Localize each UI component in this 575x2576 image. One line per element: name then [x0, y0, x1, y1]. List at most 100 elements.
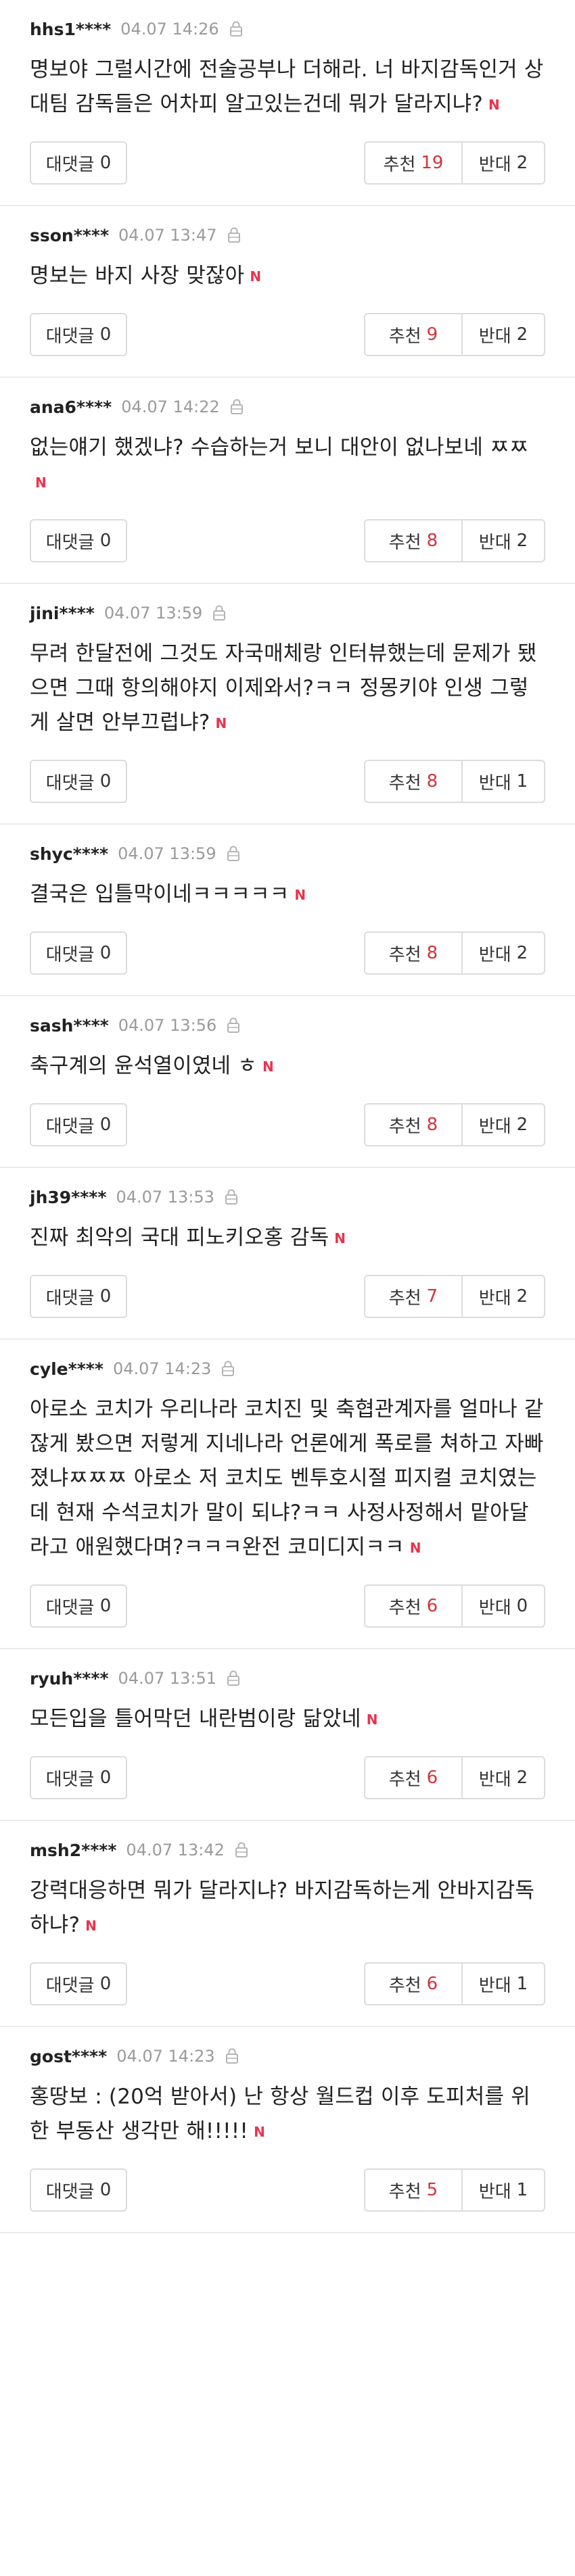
reply-button[interactable]: 대댓글 0: [30, 313, 127, 356]
upvote-count: 9: [426, 324, 438, 345]
downvote-label: 반대: [478, 1769, 511, 1790]
reply-label: 대댓글: [45, 944, 95, 965]
reply-count: 0: [99, 2180, 112, 2200]
reply-button[interactable]: 대댓글 0: [30, 2168, 127, 2212]
comment-actions: 대댓글 0 추천 7 반대 2: [30, 1275, 545, 1318]
downvote-count: 2: [516, 1115, 528, 1135]
comment-item: jini**** 04.07 13:59 무려 한달전에 그것도 자국매체랑 인…: [0, 584, 575, 825]
reply-label: 대댓글: [45, 773, 95, 794]
upvote-button[interactable]: 추천 6: [364, 1962, 461, 2006]
lock-icon: [226, 1670, 241, 1687]
new-badge-icon: N: [334, 1230, 346, 1246]
downvote-count: 2: [516, 531, 528, 551]
vote-group: 추천 8 반대 2: [364, 1103, 545, 1146]
reply-button[interactable]: 대댓글 0: [30, 931, 127, 975]
comment-date: 04.07 13:59: [104, 604, 203, 623]
upvote-count: 6: [426, 1974, 438, 1994]
downvote-label: 반대: [478, 1597, 511, 1618]
reply-button[interactable]: 대댓글 0: [30, 519, 127, 562]
downvote-button[interactable]: 반대 2: [461, 1275, 545, 1318]
new-badge-icon: N: [409, 1540, 421, 1556]
vote-group: 추천 7 반대 2: [364, 1275, 545, 1318]
upvote-button[interactable]: 추천 8: [364, 1103, 461, 1146]
upvote-button[interactable]: 추천 8: [364, 519, 461, 562]
upvote-label: 추천: [388, 1597, 421, 1618]
downvote-button[interactable]: 반대 2: [461, 931, 545, 975]
comment-actions: 대댓글 0 추천 8 반대 2: [30, 519, 545, 562]
comment-meta: jini**** 04.07 13:59: [30, 603, 545, 623]
upvote-button[interactable]: 추천 6: [364, 1756, 461, 1799]
downvote-count: 2: [516, 943, 528, 963]
downvote-button[interactable]: 반대 0: [461, 1584, 545, 1628]
new-badge-icon: N: [250, 268, 262, 285]
comment-item: sson**** 04.07 13:47 명보는 바지 사장 맞잖아 N 대댓글 …: [0, 206, 575, 378]
downvote-button[interactable]: 반대 1: [461, 1962, 545, 2006]
comment-meta: sson**** 04.07 13:47: [30, 225, 545, 245]
comment-username: jh39****: [30, 1187, 107, 1207]
comment-text-content: 모든입을 틀어막던 내란범이랑 닮았네: [30, 1707, 361, 1731]
downvote-label: 반대: [478, 532, 511, 553]
comment-date: 04.07 14:23: [112, 1359, 212, 1378]
comment-username: hhs1****: [30, 19, 112, 39]
downvote-button[interactable]: 반대 2: [461, 313, 545, 356]
reply-button[interactable]: 대댓글 0: [30, 1962, 127, 2006]
reply-count: 0: [99, 1596, 112, 1616]
upvote-count: 6: [426, 1768, 438, 1788]
downvote-button[interactable]: 반대 2: [461, 519, 545, 562]
comment-text-content: 명보야 그럴시간에 전술공부나 더해라. 너 바지감독인거 상대팀 감독들은 어…: [30, 57, 544, 116]
downvote-button[interactable]: 반대 2: [461, 1756, 545, 1799]
comment-item: cyle**** 04.07 14:23 아로소 코치가 우리나라 코치진 및 …: [0, 1340, 575, 1649]
comment-text-content: 무려 한달전에 그것도 자국매체랑 인터뷰했는데 문제가 됐으면 그때 항의해야…: [30, 641, 537, 735]
downvote-label: 반대: [478, 944, 511, 965]
downvote-count: 1: [516, 771, 528, 792]
upvote-button[interactable]: 추천 8: [364, 760, 461, 803]
vote-group: 추천 5 반대 1: [364, 2168, 545, 2212]
reply-button[interactable]: 대댓글 0: [30, 1584, 127, 1628]
comment-text: 아로소 코치가 우리나라 코치진 및 축협관계자를 얼마나 같잖게 봤으면 저렇…: [30, 1392, 545, 1565]
downvote-button[interactable]: 반대 1: [461, 760, 545, 803]
downvote-button[interactable]: 반대 1: [461, 2168, 545, 2212]
downvote-button[interactable]: 반대 2: [461, 141, 545, 185]
new-badge-icon: N: [35, 475, 47, 491]
upvote-count: 8: [426, 771, 438, 792]
upvote-count: 19: [421, 153, 444, 173]
comment-item: hhs1**** 04.07 14:26 명보야 그럴시간에 전술공부나 더해라…: [0, 0, 575, 206]
reply-button[interactable]: 대댓글 0: [30, 760, 127, 803]
comment-text-content: 결국은 입틀막이네ㅋㅋㅋㅋㅋ: [30, 882, 290, 906]
reply-count: 0: [99, 1286, 112, 1307]
comment-item: jh39**** 04.07 13:53 진짜 최악의 국대 피노키오홍 감독 N…: [0, 1168, 575, 1340]
comment-text: 축구계의 윤석열이였네 ㅎN: [30, 1049, 545, 1084]
reply-label: 대댓글: [45, 326, 95, 347]
reply-count: 0: [99, 771, 112, 792]
comment-actions: 대댓글 0 추천 6 반대 1: [30, 1962, 545, 2006]
lock-icon: [226, 845, 241, 862]
new-badge-icon: N: [85, 1918, 97, 1934]
comment-actions: 대댓글 0 추천 8 반대 2: [30, 931, 545, 975]
reply-button[interactable]: 대댓글 0: [30, 1275, 127, 1318]
upvote-button[interactable]: 추천 6: [364, 1584, 461, 1628]
upvote-button[interactable]: 추천 9: [364, 313, 461, 356]
upvote-label: 추천: [388, 1288, 421, 1309]
reply-label: 대댓글: [45, 1116, 95, 1137]
new-badge-icon: N: [294, 887, 306, 903]
upvote-button[interactable]: 추천 5: [364, 2168, 461, 2212]
comment-text: 무려 한달전에 그것도 자국매체랑 인터뷰했는데 문제가 됐으면 그때 항의해야…: [30, 637, 545, 741]
comment-text-content: 강력대응하면 뭐가 달라지냐? 바지감독하는게 안바지감독하냐?: [30, 1878, 535, 1937]
upvote-button[interactable]: 추천 7: [364, 1275, 461, 1318]
comment-text: 명보야 그럴시간에 전술공부나 더해라. 너 바지감독인거 상대팀 감독들은 어…: [30, 53, 545, 122]
reply-button[interactable]: 대댓글 0: [30, 141, 127, 185]
lock-icon: [226, 1017, 241, 1034]
upvote-button[interactable]: 추천 8: [364, 931, 461, 975]
comment-username: msh2****: [30, 1840, 117, 1860]
downvote-label: 반대: [478, 2181, 511, 2202]
lock-icon: [212, 604, 227, 622]
upvote-button[interactable]: 추천 19: [364, 141, 461, 185]
comment-meta: ana6**** 04.07 14:22: [30, 397, 545, 417]
reply-button[interactable]: 대댓글 0: [30, 1756, 127, 1799]
comment-item: ryuh**** 04.07 13:51 모든입을 틀어막던 내란범이랑 닮았네…: [0, 1649, 575, 1821]
downvote-button[interactable]: 반대 2: [461, 1103, 545, 1146]
comment-username: jini****: [30, 603, 95, 623]
downvote-label: 반대: [478, 1975, 511, 1996]
comment-text-content: 명보는 바지 사장 맞잖아: [30, 264, 245, 288]
reply-button[interactable]: 대댓글 0: [30, 1103, 127, 1146]
